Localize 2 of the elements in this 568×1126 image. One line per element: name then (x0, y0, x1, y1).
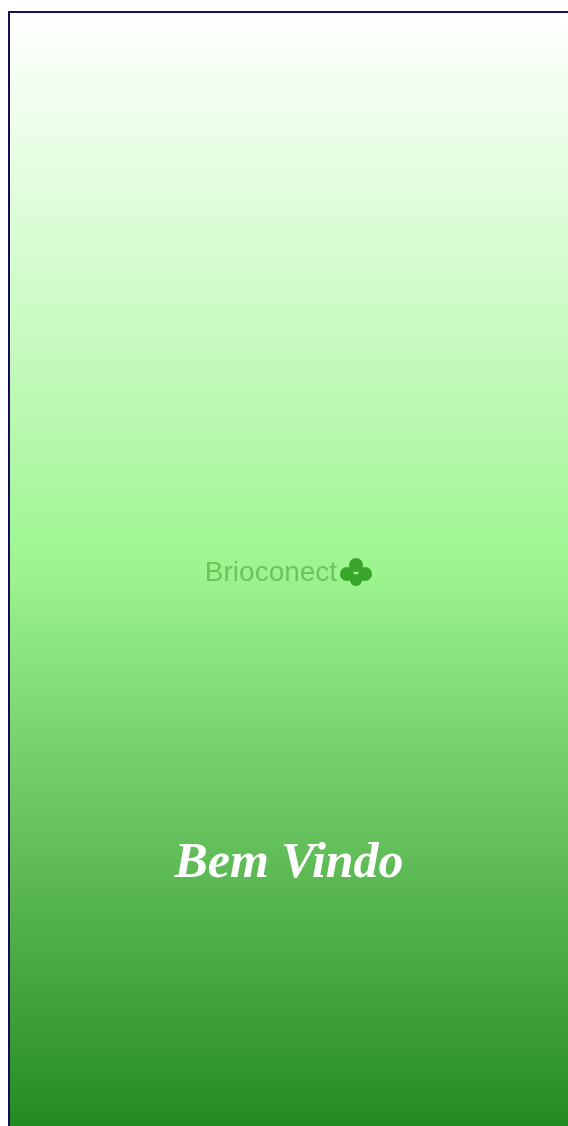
clover-icon (339, 557, 374, 587)
welcome-text: Bem Vindo (174, 831, 404, 890)
